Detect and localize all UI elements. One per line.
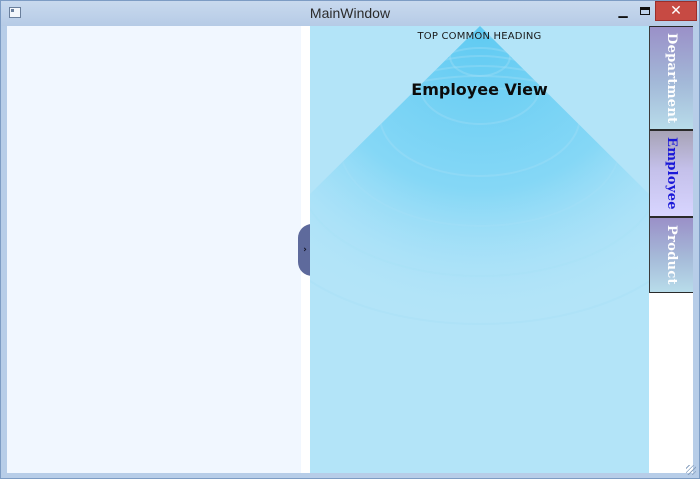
close-icon: ✕ (670, 3, 682, 19)
minimize-icon: ▁ (618, 4, 628, 18)
minimize-button[interactable]: ▁ (611, 1, 635, 21)
employee-view-panel: TOP COMMON HEADING Employee View (310, 26, 649, 473)
tab-department[interactable]: Department (650, 26, 693, 130)
left-panel (7, 26, 301, 473)
main-window: MainWindow ▁ ✕ › TOP COMMON HEADING Empl… (0, 0, 700, 479)
tab-label-employee: Employee (664, 137, 679, 210)
close-button[interactable]: ✕ (655, 1, 697, 21)
maximize-icon (640, 7, 650, 15)
chevron-right-icon: › (303, 245, 307, 255)
tab-product[interactable]: Product (650, 217, 693, 293)
resize-grip[interactable] (686, 465, 696, 475)
top-common-heading: TOP COMMON HEADING (417, 31, 542, 42)
vertical-tab-strip: Department Employee Product (649, 26, 693, 293)
title-bar[interactable]: MainWindow ▁ ✕ (1, 1, 699, 26)
view-title: Employee View (411, 80, 548, 99)
maximize-button[interactable] (635, 1, 655, 21)
tab-label-department: Department (664, 32, 679, 124)
tab-employee[interactable]: Employee (650, 130, 693, 217)
window-content: › TOP COMMON HEADING Employee View Depar… (7, 26, 693, 473)
window-title: MainWindow (309, 5, 391, 21)
tab-label-product: Product (664, 225, 679, 285)
